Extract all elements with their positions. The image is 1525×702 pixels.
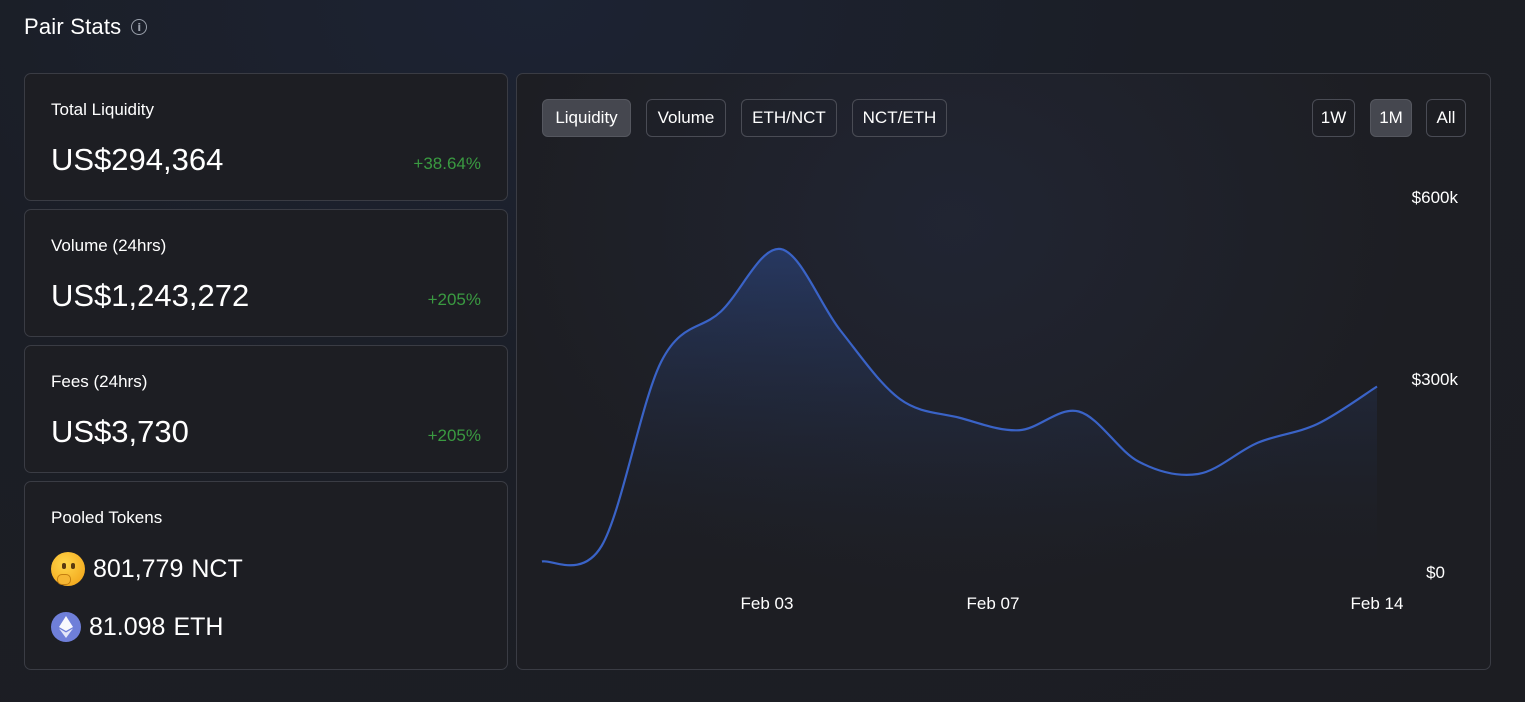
page-title: Pair Stats i <box>24 14 148 40</box>
liquidity-data-point[interactable] <box>957 415 963 421</box>
token-amount: 81.098 <box>89 612 166 641</box>
thinking-face-icon <box>51 552 85 586</box>
token-row-nct: 801,779 NCT <box>51 552 243 586</box>
chart-panel: Liquidity Volume ETH/NCT NCT/ETH 1W 1M A… <box>516 73 1491 670</box>
liquidity-data-point[interactable] <box>1195 471 1201 477</box>
volume-card: Volume (24hrs) US$1,243,272 +205% <box>24 209 508 337</box>
ethereum-icon <box>51 612 81 642</box>
x-tick-label: Feb 03 <box>740 594 794 613</box>
liquidity-chart <box>539 246 1380 574</box>
x-tick-label: Feb 14 <box>1350 594 1404 613</box>
liquidity-data-point[interactable] <box>897 396 903 402</box>
info-icon[interactable]: i <box>131 19 148 35</box>
liquidity-data-point[interactable] <box>718 309 724 315</box>
liquidity-data-point[interactable] <box>1255 440 1261 446</box>
token-amount: 801,779 <box>93 554 184 583</box>
pooled-tokens-card: Pooled Tokens 801,779 NCT 81.098 ETH <box>24 481 508 670</box>
total-liquidity-card: Total Liquidity US$294,364 +38.64% <box>24 73 508 201</box>
x-tick-label: Feb 07 <box>966 594 1020 613</box>
y-tick-label: $600k <box>1411 188 1458 207</box>
liquidity-data-point[interactable] <box>1016 427 1022 433</box>
stat-change: +205% <box>427 426 481 445</box>
liquidity-data-point[interactable] <box>1076 409 1082 415</box>
y-tick-label: $0 <box>1426 563 1445 582</box>
liquidity-data-point[interactable] <box>1314 421 1320 427</box>
liquidity-area-fill <box>542 248 1377 574</box>
stat-value: US$294,364 <box>51 142 224 177</box>
stat-change: +38.64% <box>413 154 481 173</box>
liquidity-data-point[interactable] <box>1135 459 1141 465</box>
stat-label: Fees (24hrs) <box>51 372 148 391</box>
liquidity-data-point[interactable] <box>599 543 605 549</box>
liquidity-data-point[interactable] <box>1374 384 1380 390</box>
stat-label: Total Liquidity <box>51 100 155 119</box>
liquidity-data-point[interactable] <box>539 559 545 565</box>
token-symbol: NCT <box>191 554 243 583</box>
liquidity-data-point[interactable] <box>837 327 843 333</box>
token-symbol: ETH <box>173 612 224 641</box>
pooled-tokens-label: Pooled Tokens <box>51 508 163 527</box>
liquidity-data-point[interactable] <box>778 246 784 252</box>
liquidity-data-point[interactable] <box>658 359 664 365</box>
stat-change: +205% <box>427 290 481 309</box>
y-tick-label: $300k <box>1411 370 1458 389</box>
page-title-text: Pair Stats <box>24 14 122 39</box>
stat-value: US$3,730 <box>51 414 189 449</box>
token-row-eth: 81.098 ETH <box>51 612 223 642</box>
stat-label: Volume (24hrs) <box>51 236 167 255</box>
stat-value: US$1,243,272 <box>51 278 250 313</box>
fees-card: Fees (24hrs) US$3,730 +205% <box>24 345 508 473</box>
